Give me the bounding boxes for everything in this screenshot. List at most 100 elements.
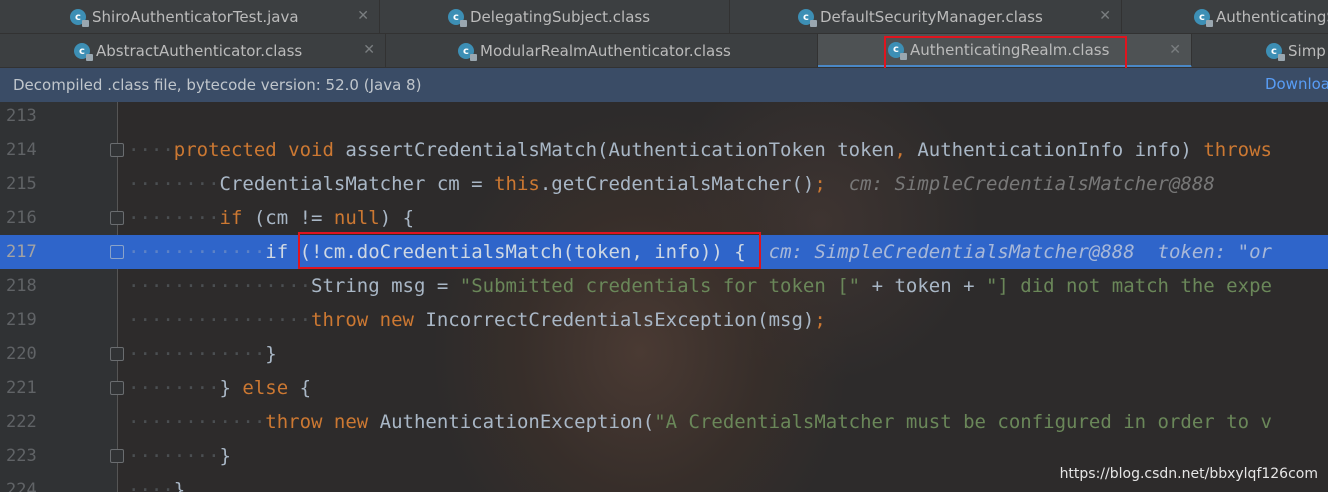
code-text: ············throw new AuthenticationExce… bbox=[128, 405, 1272, 439]
line-number[interactable]: 218 bbox=[6, 269, 66, 303]
line-number[interactable]: 224 bbox=[6, 473, 66, 492]
fold-marker-icon[interactable] bbox=[110, 245, 124, 259]
decompiled-banner: Decompiled .class file, bytecode version… bbox=[0, 68, 1328, 102]
editor-tabs-row-2: c AbstractAuthenticator.class ✕ c Modula… bbox=[0, 34, 1328, 68]
code-line[interactable]: 218 ················String msg = "Submitt… bbox=[0, 269, 1328, 303]
code-token: ; bbox=[814, 309, 826, 331]
code-line[interactable]: 222 ············throw new AuthenticationE… bbox=[0, 405, 1328, 439]
line-number[interactable]: 213 bbox=[6, 102, 66, 133]
line-number[interactable]: 214 bbox=[6, 133, 66, 167]
close-icon[interactable]: ✕ bbox=[357, 8, 369, 24]
code-text: ········} bbox=[128, 439, 231, 473]
code-token: CredentialsMatcher cm = bbox=[219, 173, 495, 195]
code-token: this bbox=[494, 173, 540, 195]
close-icon[interactable]: ✕ bbox=[1099, 8, 1111, 24]
close-icon[interactable]: ✕ bbox=[1169, 42, 1181, 58]
line-number[interactable]: 219 bbox=[6, 303, 66, 337]
class-file-icon: c bbox=[448, 9, 467, 27]
code-editor[interactable]: 213 214 ····protected void assertCredentia… bbox=[0, 102, 1328, 492]
code-text: ················String msg = "Submitted … bbox=[128, 269, 1272, 303]
line-number[interactable]: 215 bbox=[6, 167, 66, 201]
code-token: cm: SimpleCredentialsMatcher@888 token: … bbox=[745, 241, 1272, 263]
tab-authenticating-realm[interactable]: c AuthenticatingRealm.class ✕ bbox=[818, 34, 1192, 67]
code-line[interactable]: 216 ········if (cm != null) { bbox=[0, 201, 1328, 235]
code-line[interactable]: 220 ············} bbox=[0, 337, 1328, 371]
code-token: else bbox=[242, 377, 300, 399]
code-token: } bbox=[219, 445, 231, 467]
code-token: if bbox=[265, 241, 300, 263]
watermark: https://blog.csdn.net/bbxylqf126com bbox=[1059, 466, 1318, 482]
code-token: ············ bbox=[128, 411, 266, 433]
code-token: .getCredentialsMatcher() bbox=[539, 173, 815, 195]
code-line[interactable]: 215 ········CredentialsMatcher cm = this.… bbox=[0, 167, 1328, 201]
code-token: ········ bbox=[128, 173, 220, 195]
code-line[interactable]: 213 bbox=[0, 102, 1328, 133]
class-file-icon: c bbox=[1266, 43, 1285, 61]
code-token: IncorrectCredentialsException(msg) bbox=[425, 309, 815, 331]
close-icon[interactable]: ✕ bbox=[363, 42, 375, 58]
code-token: String msg = bbox=[311, 275, 460, 297]
code-token: throws bbox=[1203, 139, 1272, 161]
code-token: , bbox=[894, 139, 918, 161]
tab-default-security-manager[interactable]: c DefaultSecurityManager.class ✕ bbox=[730, 0, 1122, 33]
line-number[interactable]: 221 bbox=[6, 371, 66, 405]
code-token: throw new bbox=[265, 411, 380, 433]
code-token: ) { bbox=[379, 207, 415, 229]
code-token: ············ bbox=[128, 343, 266, 365]
tab-authenticating-s[interactable]: c AuthenticatingS bbox=[1122, 0, 1328, 33]
code-token: ···· bbox=[128, 139, 174, 161]
code-token: throw new bbox=[311, 309, 426, 331]
code-text: ········} else { bbox=[128, 371, 311, 405]
code-token: , bbox=[631, 241, 655, 263]
code-token: } bbox=[265, 343, 277, 365]
tab-label: DelegatingSubject.class bbox=[470, 8, 651, 26]
editor-tabs-row-1: c ShiroAuthenticatorTest.java ✕ c Delega… bbox=[0, 0, 1328, 34]
tab-label: ShiroAuthenticatorTest.java bbox=[92, 8, 299, 26]
tab-abstract-authenticator[interactable]: c AbstractAuthenticator.class ✕ bbox=[0, 34, 386, 67]
code-line[interactable]: 217 ············if (!cm.doCredentialsMatc… bbox=[0, 235, 1328, 269]
line-number[interactable]: 217 bbox=[6, 235, 66, 269]
code-line[interactable]: 214 ····protected void assertCredentialsM… bbox=[0, 133, 1328, 167]
code-text: ············} bbox=[128, 337, 277, 371]
code-token: null bbox=[333, 207, 380, 229]
code-token: ················ bbox=[128, 309, 312, 331]
tab-simp[interactable]: c Simp bbox=[1192, 34, 1328, 67]
code-token: } bbox=[173, 479, 186, 492]
code-text: ········if (cm != null) { bbox=[128, 201, 414, 235]
tab-label: DefaultSecurityManager.class bbox=[820, 8, 1043, 26]
code-token: "Submitted credentials for token [" bbox=[459, 275, 861, 297]
fold-marker-icon[interactable] bbox=[110, 347, 124, 361]
code-token: } bbox=[219, 377, 243, 399]
code-line[interactable]: 221 ········} else { bbox=[0, 371, 1328, 405]
tab-shiro-authenticator-test[interactable]: c ShiroAuthenticatorTest.java ✕ bbox=[0, 0, 380, 33]
code-token: AuthenticationInfo info) bbox=[917, 139, 1204, 161]
code-text: ····protected void assertCredentialsMatc… bbox=[128, 133, 1272, 167]
fold-marker-icon[interactable] bbox=[110, 143, 124, 157]
code-line[interactable]: 219 ················throw new IncorrectCr… bbox=[0, 303, 1328, 337]
tab-label: AbstractAuthenticator.class bbox=[96, 42, 303, 60]
code-token: ················ bbox=[128, 275, 312, 297]
code-token: AuthenticationException( bbox=[379, 411, 655, 433]
line-number[interactable]: 223 bbox=[6, 439, 66, 473]
download-sources-link[interactable]: Downloa bbox=[1265, 75, 1328, 93]
code-token: ········ bbox=[128, 445, 220, 467]
fold-marker-icon[interactable] bbox=[110, 381, 124, 395]
fold-marker-icon[interactable] bbox=[110, 449, 124, 463]
class-file-icon: c bbox=[70, 9, 89, 27]
tab-label: Simp bbox=[1288, 42, 1326, 60]
class-file-icon: c bbox=[74, 43, 93, 61]
tab-delegating-subject[interactable]: c DelegatingSubject.class bbox=[380, 0, 730, 33]
code-token: assertCredentialsMatch(AuthenticationTok… bbox=[345, 139, 895, 161]
fold-marker-icon[interactable] bbox=[110, 211, 124, 225]
class-file-icon: c bbox=[888, 41, 907, 60]
class-file-icon: c bbox=[798, 9, 817, 27]
code-text: ················throw new IncorrectCrede… bbox=[128, 303, 826, 337]
tab-modular-realm-authenticator[interactable]: c ModularRealmAuthenticator.class bbox=[386, 34, 818, 67]
code-token: + token + bbox=[860, 275, 986, 297]
code-token: if bbox=[219, 207, 254, 229]
class-file-icon: c bbox=[458, 43, 477, 61]
line-number[interactable]: 220 bbox=[6, 337, 66, 371]
line-number[interactable]: 222 bbox=[6, 405, 66, 439]
banner-text: Decompiled .class file, bytecode version… bbox=[13, 76, 422, 94]
line-number[interactable]: 216 bbox=[6, 201, 66, 235]
